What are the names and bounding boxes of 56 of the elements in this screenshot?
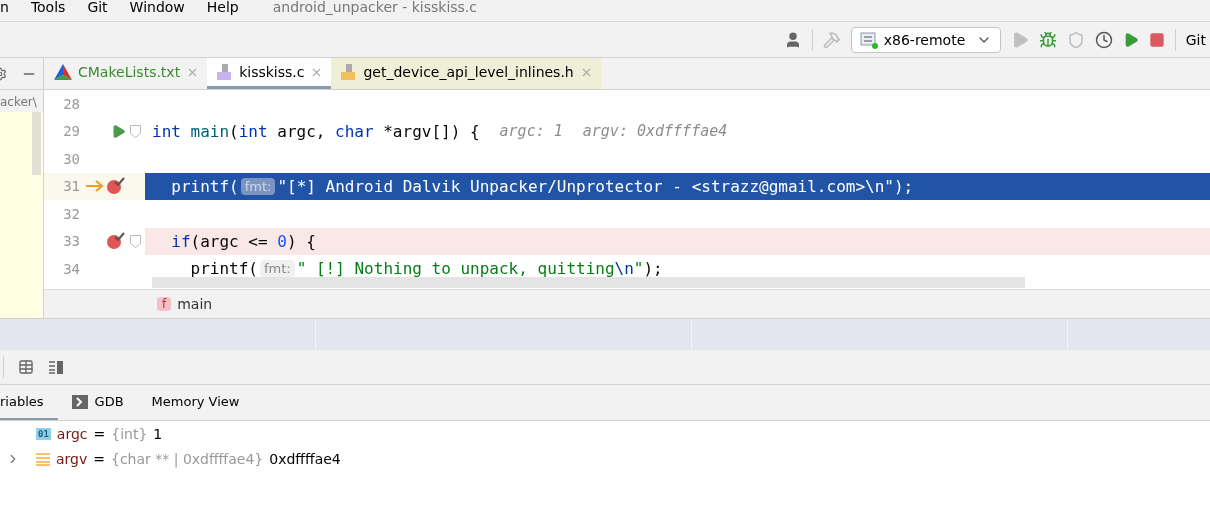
line-number: 33	[62, 233, 80, 250]
code-line: int main(int argc, char *argv[]) { argc: 1 argv: 0xdffffae4	[151, 120, 729, 143]
breakpoint-icon[interactable]	[106, 177, 126, 196]
menu-item[interactable]: Window	[129, 0, 185, 15]
equals-sign: =	[93, 450, 105, 467]
variable-name: argc	[56, 425, 88, 442]
list-layout-icon[interactable]	[48, 359, 64, 375]
horizontal-scrollbar[interactable]	[152, 277, 1025, 289]
line-number: 28	[62, 95, 80, 112]
fold-icon[interactable]	[130, 234, 141, 248]
array-icon	[36, 451, 50, 466]
function-badge: f	[157, 297, 172, 312]
window-title: android_unpacker - kisskiss.c	[272, 0, 478, 15]
debug-tab[interactable]: GDB	[57, 385, 138, 420]
cmake-icon	[54, 64, 72, 80]
breadcrumb-item[interactable]: main	[177, 296, 213, 313]
attach-icon[interactable]	[1066, 30, 1085, 49]
table-icon[interactable]	[18, 359, 34, 375]
menu-item[interactable]: n	[0, 0, 9, 15]
breakpoint-icon[interactable]	[106, 232, 126, 251]
run-config-select[interactable]: x86-remote	[850, 26, 1001, 53]
code-line: if(argc <= 0) {	[170, 230, 317, 253]
editor-tab[interactable]: kisskiss.c	[207, 58, 332, 89]
stop-icon[interactable]	[1148, 31, 1165, 48]
fold-icon[interactable]	[130, 124, 141, 138]
line-number: 32	[62, 205, 80, 222]
variable-value: 0xdffffae4	[269, 450, 341, 467]
menu-item[interactable]: Help	[206, 0, 239, 15]
debug-icon[interactable]	[1038, 30, 1057, 49]
hammer-icon[interactable]	[822, 30, 841, 49]
variable-type: {int}	[111, 425, 148, 442]
c-file-icon	[217, 64, 234, 80]
line-number: 34	[62, 260, 80, 277]
int-badge: 01	[36, 427, 51, 440]
project-path: acker\	[0, 90, 43, 112]
git-menu[interactable]: Git	[1185, 31, 1206, 48]
code-line: printf( fmt: "[*] Android Dalvik Unpacker/Unprotector - <strazz@gmail.com>\n");	[170, 175, 915, 198]
remote-config-icon	[859, 30, 878, 49]
profile-icon[interactable]	[1094, 30, 1113, 49]
console-icon	[71, 394, 88, 409]
equals-sign: =	[93, 425, 106, 442]
h-file-icon	[341, 64, 358, 80]
line-number: 31	[62, 178, 80, 195]
menu-item[interactable]: Git	[87, 0, 108, 15]
line-number: 29	[62, 123, 80, 140]
menu-item[interactable]: Tools	[30, 0, 66, 15]
line-number: 30	[62, 150, 80, 167]
variable-name: argv	[56, 450, 88, 467]
variable-value: 1	[153, 425, 163, 442]
editor-tab[interactable]: get_device_api_level_inlines.h	[331, 58, 601, 89]
debug-tab[interactable]: riables	[0, 385, 58, 420]
debug-tab[interactable]: Memory View	[137, 385, 254, 420]
run-icon[interactable]	[111, 123, 126, 139]
variable-type: {char ** | 0xdffffae4}	[111, 450, 264, 467]
arrow-icon	[86, 180, 104, 193]
scrollbar-thumb[interactable]	[32, 112, 41, 175]
